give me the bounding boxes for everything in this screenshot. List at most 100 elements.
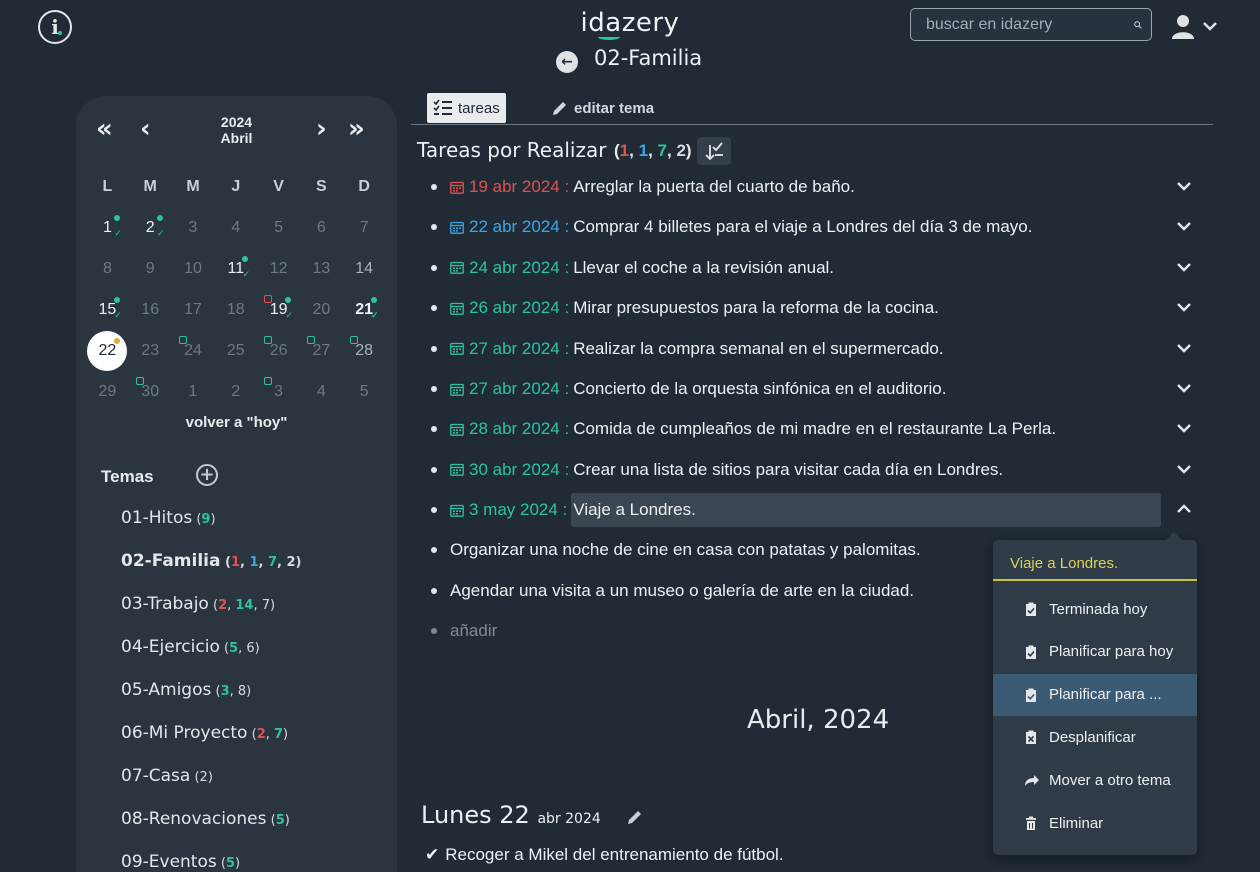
tema-item[interactable]: 06-Mi Proyecto (2, 7) <box>121 723 288 743</box>
today-link[interactable]: volver a "hoy" <box>76 414 397 431</box>
tema-item[interactable]: 09-Eventos (5) <box>121 852 240 872</box>
calendar-day[interactable]: 2 <box>214 371 257 412</box>
task-text[interactable]: Arreglar la puerta del cuarto de baño. <box>573 177 855 197</box>
task-text[interactable]: Realizar la compra semanal en el superme… <box>573 339 943 359</box>
menu-item[interactable]: Desplanificar <box>993 716 1197 758</box>
chevron-down-icon[interactable] <box>1175 460 1193 478</box>
calendar-day[interactable]: 11 ✓ <box>214 248 257 289</box>
search-icon[interactable] <box>1133 13 1143 37</box>
task-item[interactable]: 28 abr 2024 : Comida de cumpleaños de mi … <box>431 410 1201 448</box>
task-item[interactable]: 27 abr 2024 : Concierto de la orquesta si… <box>431 370 1201 408</box>
task-item[interactable]: 3 may 2024 : Viaje a Londres. <box>431 491 1201 529</box>
task-text[interactable]: Crear una lista de sitios para visitar c… <box>573 460 1003 480</box>
task-text[interactable]: Comida de cumpleaños de mi madre en el r… <box>573 419 1056 439</box>
search-input[interactable] <box>911 15 1133 34</box>
calendar-day[interactable]: 18 <box>214 289 257 330</box>
task-text[interactable]: Comprar 4 billetes para el viaje a Londr… <box>573 217 1032 237</box>
sort-button[interactable] <box>697 137 731 165</box>
calendar-day[interactable]: 3 <box>172 207 215 248</box>
checklist-icon <box>433 99 452 115</box>
next-month-icon[interactable]: › <box>316 114 327 144</box>
tab-tareas[interactable]: tareas <box>427 93 506 123</box>
calendar-day[interactable]: 25 <box>214 330 257 371</box>
bullet <box>431 224 437 231</box>
menu-item[interactable]: Planificar para hoy <box>993 631 1197 673</box>
task-item[interactable]: 19 abr 2024 : Arreglar la puerta del cuar… <box>431 168 1201 206</box>
calendar-day[interactable]: 27 <box>300 330 343 371</box>
calendar-day[interactable]: 5 <box>257 207 300 248</box>
task-date: 28 abr 2024 : <box>469 419 570 439</box>
chevron-down-icon[interactable] <box>1175 379 1193 397</box>
calendar-day[interactable]: 3 <box>257 371 300 412</box>
menu-item[interactable]: Terminada hoy <box>993 588 1197 630</box>
task-text[interactable]: Llevar el coche a la revisión anual. <box>573 258 834 278</box>
calendar-day[interactable]: 6 <box>300 207 343 248</box>
task-item[interactable]: 22 abr 2024 : Comprar 4 billetes para el … <box>431 208 1201 246</box>
calendar-day[interactable]: 13 <box>300 248 343 289</box>
task-text[interactable]: Concierto de la orquesta sinfónica en el… <box>573 379 946 399</box>
chevron-down-icon[interactable] <box>1175 298 1193 316</box>
calendar-day[interactable]: 29 <box>86 371 129 412</box>
task-text[interactable]: Organizar una noche de cine en casa con … <box>450 540 921 560</box>
menu-item[interactable]: Eliminar <box>993 802 1197 844</box>
calendar-day[interactable]: 15 ✓ <box>86 289 129 330</box>
user-menu[interactable] <box>1170 12 1226 40</box>
calendar-day[interactable]: 23 <box>129 330 172 371</box>
task-item[interactable]: 24 abr 2024 : Llevar el coche a la revisi… <box>431 249 1201 287</box>
tab-editar-tema[interactable]: editar tema <box>545 93 660 123</box>
tema-item[interactable]: 07-Casa (2) <box>121 766 213 786</box>
chevron-down-icon[interactable] <box>1175 258 1193 276</box>
chevron-down-icon[interactable] <box>1175 217 1193 235</box>
user-icon[interactable] <box>1170 13 1196 39</box>
calendar-day[interactable]: 12 <box>257 248 300 289</box>
tema-item[interactable]: 03-Trabajo (2, 14, 7) <box>121 594 275 614</box>
chevron-down-icon[interactable] <box>1175 339 1193 357</box>
calendar-day[interactable]: 17 <box>172 289 215 330</box>
weekday-label: L <box>102 178 113 195</box>
menu-item[interactable]: Mover a otro tema <box>993 759 1197 801</box>
back-arrow-icon[interactable]: ← <box>556 51 578 73</box>
chevron-down-icon[interactable] <box>1175 419 1193 437</box>
tema-item[interactable]: 08-Renovaciones (5) <box>121 809 290 829</box>
calendar-day[interactable]: 16 <box>129 289 172 330</box>
chevron-up-icon[interactable] <box>1175 500 1193 518</box>
add-tema-icon[interactable]: + <box>196 464 218 486</box>
chevron-down-icon[interactable] <box>1202 20 1218 32</box>
calendar-day[interactable]: 28 <box>343 330 386 371</box>
calendar-day-today[interactable]: 22 <box>86 330 129 371</box>
calendar-day[interactable]: 1 ✓ <box>86 207 129 248</box>
calendar-day[interactable]: 14 <box>343 248 386 289</box>
calendar-day[interactable]: 2 ✓ <box>129 207 172 248</box>
calendar-day[interactable]: 21 ✓ <box>343 289 386 330</box>
pencil-icon[interactable] <box>626 808 644 826</box>
tema-item[interactable]: 02-Familia (1, 1, 7, 2) <box>121 551 301 571</box>
task-item[interactable]: 27 abr 2024 : Realizar la compra semanal … <box>431 330 1201 368</box>
calendar-day[interactable]: 10 <box>172 248 215 289</box>
tema-item[interactable]: 04-Ejercicio (5, 6) <box>121 637 260 657</box>
calendar-day[interactable]: 26 <box>257 330 300 371</box>
task-text[interactable]: Agendar una visita a un museo o galería … <box>450 581 914 601</box>
calendar-day[interactable]: 1 <box>172 371 215 412</box>
calendar-day[interactable]: 5 <box>343 371 386 412</box>
tema-item[interactable]: 01-Hitos (9) <box>121 508 216 528</box>
calendar-day[interactable]: 8 <box>86 248 129 289</box>
done-task[interactable]: ✔ Recoger a Mikel del entrenamiento de fú… <box>425 845 784 865</box>
calendar-day[interactable]: 7 <box>343 207 386 248</box>
calendar-day[interactable]: 4 <box>214 207 257 248</box>
calendar-day[interactable]: 19 ✓ <box>257 289 300 330</box>
task-text[interactable]: Viaje a Londres. <box>571 493 1162 528</box>
menu-item[interactable]: Planificar para ... <box>993 673 1197 716</box>
chevron-down-icon[interactable] <box>1175 177 1193 195</box>
calendar-day[interactable]: 30 <box>129 371 172 412</box>
task-item[interactable]: 30 abr 2024 : Crear una lista de sitios p… <box>431 451 1201 489</box>
calendar-day[interactable]: 4 <box>300 371 343 412</box>
task-item[interactable]: 26 abr 2024 : Mirar presupuestos para la … <box>431 289 1201 327</box>
tema-item[interactable]: 05-Amigos (3, 8) <box>121 680 251 700</box>
task-text[interactable]: Mirar presupuestos para la reforma de la… <box>573 298 939 318</box>
add-task-label[interactable]: añadir <box>450 621 497 641</box>
next-year-icon[interactable]: » <box>348 114 365 144</box>
calendar-day[interactable]: 20 <box>300 289 343 330</box>
calendar-day[interactable]: 24 <box>172 330 215 371</box>
calendar-day[interactable]: 9 <box>129 248 172 289</box>
search-box[interactable] <box>910 8 1152 41</box>
